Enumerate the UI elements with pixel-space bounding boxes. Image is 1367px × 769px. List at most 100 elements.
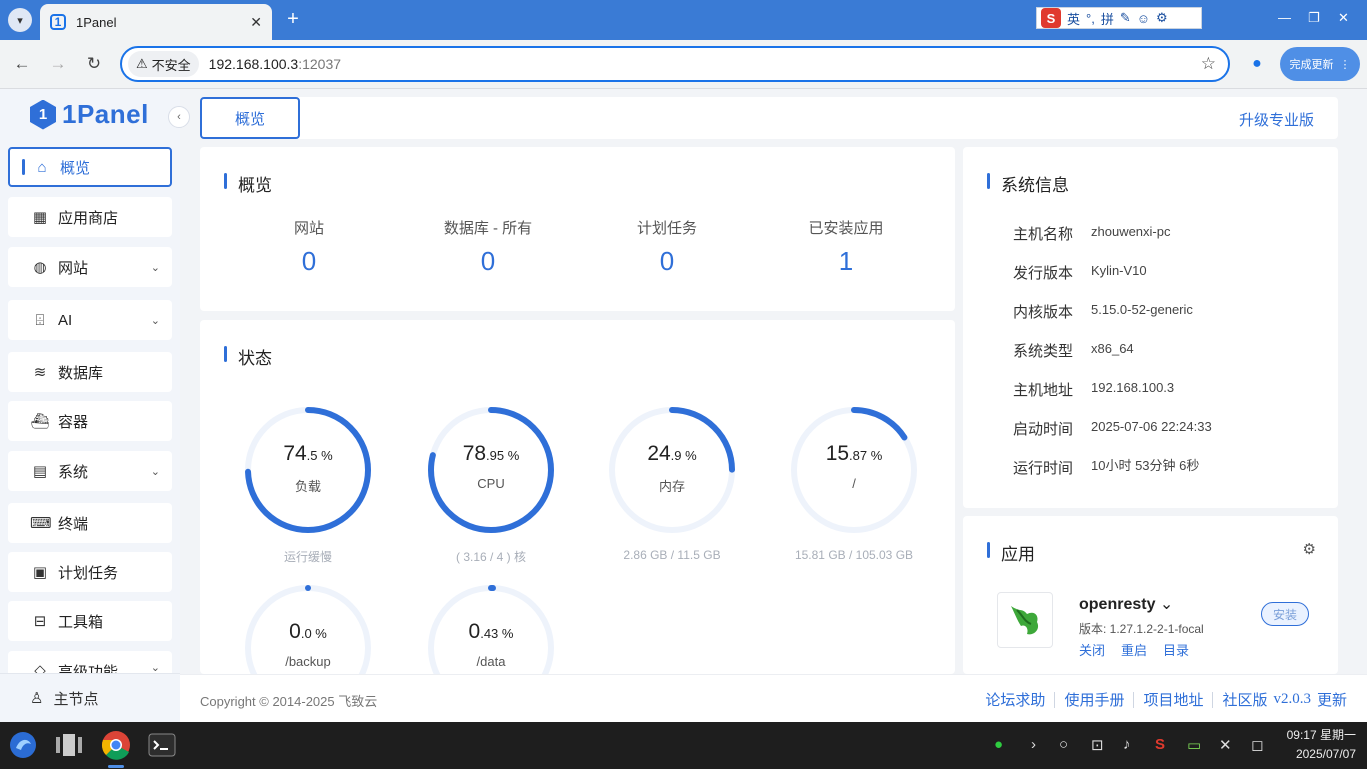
sidebar-item-database[interactable]: ≋ 数据库 xyxy=(8,352,172,392)
sidebar-item-toolbox[interactable]: ⊟ 工具箱 xyxy=(8,601,172,641)
globe-icon: ◍ xyxy=(33,259,47,276)
gauge-center: 0.0 % /backup xyxy=(242,620,374,669)
node-selector[interactable]: ♙ 主节点 xyxy=(0,673,180,722)
bluetooth-off-icon[interactable]: ✕ xyxy=(1219,736,1232,754)
openresty-logo-icon xyxy=(997,592,1053,648)
footer-link-edition[interactable]: 社区版 xyxy=(1222,689,1267,710)
os-taskbar: ● › ○ ⊡ ♪ S ▭ ✕ ◻ 09:17 星期一 2025/07/07 xyxy=(0,722,1367,769)
overview-installed-apps[interactable]: 已安装应用 1 xyxy=(756,217,936,277)
address-bar[interactable]: ⚠ 不安全 192.168.100.3:12037 ☆ xyxy=(120,46,1230,82)
ime-lang-toggle[interactable]: 英 xyxy=(1067,9,1080,28)
sidebar-item-ai[interactable]: ⌹ AI ⌄ xyxy=(8,300,172,340)
overview-title: 概览 xyxy=(224,171,272,196)
url-text[interactable]: 192.168.100.3:12037 xyxy=(209,56,341,72)
security-indicator[interactable]: ⚠ 不安全 xyxy=(128,51,199,77)
apps-settings-gear-icon[interactable]: ⚙ xyxy=(1303,540,1316,558)
wechat-tray-icon[interactable]: ● xyxy=(994,736,1003,753)
footer-update-link[interactable]: 更新 xyxy=(1317,689,1347,710)
footer-link-docs[interactable]: 使用手册 xyxy=(1064,689,1124,710)
app-directory-link[interactable]: 目录 xyxy=(1163,640,1189,659)
tab-search-chevron-down-icon[interactable]: ▾ xyxy=(8,8,32,32)
overview-databases[interactable]: 数据库 - 所有 0 xyxy=(398,217,578,277)
window-restore-icon[interactable]: ❐ xyxy=(1308,10,1320,26)
ime-punct-toggle[interactable]: °, xyxy=(1086,11,1095,26)
ime-settings-gear-icon[interactable]: ⚙ xyxy=(1156,10,1168,26)
gauge-center: 24.9 % 内存 xyxy=(606,442,738,495)
ime-pen-icon[interactable]: ✎ xyxy=(1120,10,1131,26)
sogou-ime-tray-icon[interactable]: S xyxy=(1155,736,1165,753)
clock-date: 2025/07/07 xyxy=(1295,747,1356,761)
sogou-logo-icon[interactable]: S xyxy=(1041,8,1061,28)
browser-update-button[interactable]: 完成更新 ⋮ xyxy=(1280,47,1360,81)
window-close-icon[interactable]: ✕ xyxy=(1338,10,1349,26)
overview-value: 0 xyxy=(301,246,317,276)
info-row-kernel: 内核版本 5.15.0-52-generic xyxy=(1013,301,1193,322)
new-tab-plus-icon[interactable]: + xyxy=(282,8,304,30)
system-clock[interactable]: 09:17 星期一 2025/07/07 xyxy=(1276,726,1356,764)
info-key: 发行版本 xyxy=(1013,265,1074,282)
upgrade-pro-link[interactable]: 升级专业版 xyxy=(1239,109,1314,130)
footer-links: 论坛求助 使用手册 项目地址 社区版 v2.0.3 更新 xyxy=(985,689,1347,710)
browser-tab[interactable]: 1 1Panel ✕ xyxy=(40,4,272,40)
search-icon[interactable]: ○ xyxy=(1059,736,1068,753)
sidebar-item-terminal[interactable]: ⌨ 终端 xyxy=(8,503,172,543)
window-minimize-icon[interactable]: — xyxy=(1278,10,1291,25)
sidebar-item-advanced[interactable]: ◇ 高级功能 ⌄ xyxy=(8,651,172,673)
terminal-app-icon[interactable] xyxy=(147,730,177,760)
sidebar-item-label: 容器 xyxy=(58,413,89,431)
sidebar-item-label: 计划任务 xyxy=(58,564,119,582)
start-menu-kylin-icon[interactable] xyxy=(8,730,38,760)
overview-cronjobs[interactable]: 计划任务 0 xyxy=(577,217,757,277)
back-arrow-icon[interactable]: ← xyxy=(11,53,33,75)
ime-mode-toggle[interactable]: 拼 xyxy=(1101,9,1114,28)
notification-icon[interactable]: ◻ xyxy=(1251,736,1263,754)
ime-face-icon[interactable]: ☺ xyxy=(1137,11,1150,26)
chrome-browser-icon[interactable] xyxy=(101,730,131,760)
footer-link-forum[interactable]: 论坛求助 xyxy=(985,689,1045,710)
sidebar-item-app-store[interactable]: ▦ 应用商店 xyxy=(8,197,172,237)
forward-arrow-icon[interactable]: → xyxy=(47,53,69,75)
tab-overview[interactable]: 概览 xyxy=(200,97,300,139)
battery-icon[interactable]: ▭ xyxy=(1187,736,1201,754)
footer-link-project[interactable]: 项目地址 xyxy=(1143,689,1203,710)
sidebar-item-containers[interactable]: ⛴ 容器 xyxy=(8,401,172,441)
more-vertical-icon: ⋮ xyxy=(1339,58,1351,71)
brand-name: 1Panel xyxy=(62,99,149,129)
url-port: :12037 xyxy=(298,56,342,72)
app-restart-link[interactable]: 重启 xyxy=(1121,640,1147,659)
profile-person-icon[interactable]: ● xyxy=(1246,53,1268,75)
overview-websites[interactable]: 网站 0 xyxy=(219,217,399,277)
collapse-sidebar-chevron-left-icon[interactable]: ‹ xyxy=(168,106,190,128)
layers-icon: ≋ xyxy=(33,364,47,381)
sidebar-item-system[interactable]: ▤ 系统 ⌄ xyxy=(8,451,172,491)
volume-icon[interactable]: ♪ xyxy=(1123,736,1131,753)
brand-logo[interactable]: 1 1Panel xyxy=(30,99,149,130)
multitask-view-icon[interactable] xyxy=(54,730,84,760)
gauge-detail: 运行缓慢 xyxy=(283,550,332,564)
security-label: 不安全 xyxy=(151,57,191,73)
app-status-badge[interactable]: 安装 xyxy=(1261,602,1309,626)
page-footer: Copyright © 2014-2025 飞致云 论坛求助 使用手册 项目地址… xyxy=(180,674,1367,722)
tab-close-icon[interactable]: ✕ xyxy=(250,14,262,31)
sidebar-item-label: 数据库 xyxy=(58,364,104,382)
app-name-text: openresty xyxy=(1079,596,1156,613)
apps-card: 应用 ⚙ openresty ⌄ 版本: 1.27.1.2-2-1-focal … xyxy=(963,516,1338,674)
sidebar-item-websites[interactable]: ◍ 网站 ⌄ xyxy=(8,247,172,287)
network-icon[interactable]: ⊡ xyxy=(1091,736,1104,754)
gauge-name: /backup xyxy=(285,654,331,669)
info-value: zhouwenxi-pc xyxy=(1091,224,1171,239)
reload-icon[interactable]: ↻ xyxy=(83,53,105,75)
sidebar-item-cronjobs[interactable]: ▣ 计划任务 xyxy=(8,552,172,592)
tray-expand-chevron-icon[interactable]: › xyxy=(1031,736,1036,753)
docker-icon: ⛴ xyxy=(30,413,50,430)
warning-triangle-icon: ⚠ xyxy=(136,56,148,71)
bookmark-star-icon[interactable]: ☆ xyxy=(1201,54,1216,74)
ime-toolbar: S 英 °, 拼 ✎ ☺ ⚙ xyxy=(1036,7,1202,29)
app-name[interactable]: openresty ⌄ xyxy=(1079,594,1173,614)
overview-card: 概览 网站 0 数据库 - 所有 0 计划任务 0 已安装应用 1 xyxy=(200,147,955,311)
overview-label: 网站 xyxy=(293,220,324,237)
gauge-value-dec: .43 xyxy=(480,626,499,641)
app-stop-link[interactable]: 关闭 xyxy=(1079,640,1105,659)
app-actions: 关闭 重启 目录 xyxy=(1079,640,1189,659)
sidebar-item-overview[interactable]: ⌂ 概览 xyxy=(8,147,172,187)
